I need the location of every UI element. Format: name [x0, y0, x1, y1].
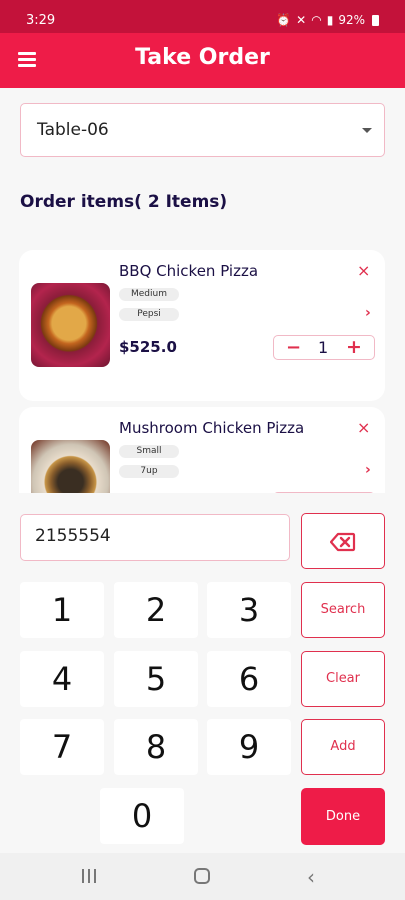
- key-4[interactable]: 4: [20, 651, 104, 707]
- table-select-dropdown[interactable]: Table-06: [20, 103, 385, 157]
- quantity-value: 1: [318, 338, 329, 357]
- key-3[interactable]: 3: [207, 582, 291, 638]
- done-button[interactable]: Done: [301, 788, 385, 845]
- remove-item-icon[interactable]: ×: [357, 261, 370, 280]
- backspace-button[interactable]: [301, 513, 385, 569]
- home-icon[interactable]: [194, 868, 210, 884]
- increase-quantity-button[interactable]: +: [346, 336, 362, 358]
- item-price: $525.0: [119, 338, 177, 356]
- system-nav-bar: ‹: [0, 853, 405, 900]
- key-8[interactable]: 8: [114, 719, 198, 775]
- item-name: BBQ Chicken Pizza: [119, 262, 259, 280]
- clear-button[interactable]: Clear: [301, 651, 385, 707]
- order-items-list[interactable]: BBQ Chicken Pizza Medium Pepsi × › $525.…: [0, 240, 405, 493]
- recent-apps-icon[interactable]: [82, 869, 96, 883]
- key-9[interactable]: 9: [207, 719, 291, 775]
- item-size-tag: Small: [119, 445, 179, 458]
- item-drink-tag: Pepsi: [119, 308, 179, 321]
- key-2[interactable]: 2: [114, 582, 198, 638]
- decrease-quantity-button[interactable]: −: [286, 337, 301, 358]
- chevron-right-icon[interactable]: ›: [365, 462, 371, 478]
- page-title: Take Order: [135, 45, 270, 70]
- item-size-tag: Medium: [119, 288, 179, 301]
- pizza-image: [31, 440, 110, 493]
- battery-icon: [372, 14, 379, 26]
- search-button[interactable]: Search: [301, 582, 385, 638]
- dropdown-caret-icon: [362, 128, 372, 133]
- signal-icon: ▮: [326, 13, 334, 27]
- status-bar: 3:29 ⏰ ✕ ◠ ▮ 92%: [0, 0, 405, 33]
- order-items-heading: Order items( 2 Items): [20, 192, 228, 212]
- remove-item-icon[interactable]: ×: [357, 418, 370, 437]
- item-name: Mushroom Chicken Pizza: [119, 419, 305, 437]
- wifi-icon: ◠: [311, 13, 322, 27]
- key-5[interactable]: 5: [114, 651, 198, 707]
- pizza-image: [31, 283, 110, 367]
- alarm-icon: ⏰: [276, 13, 292, 27]
- status-icons: ⏰ ✕ ◠ ▮ 92%: [276, 13, 379, 27]
- quantity-stepper: − 1 +: [273, 335, 375, 360]
- mute-icon: ✕: [296, 13, 307, 27]
- key-0[interactable]: 0: [100, 788, 184, 844]
- status-time: 3:29: [26, 13, 56, 28]
- add-button[interactable]: Add: [301, 719, 385, 775]
- order-item-card[interactable]: BBQ Chicken Pizza Medium Pepsi × › $525.…: [19, 250, 385, 401]
- back-icon[interactable]: ‹: [307, 865, 315, 889]
- key-6[interactable]: 6: [207, 651, 291, 707]
- backspace-icon: [329, 532, 356, 551]
- number-input[interactable]: 2155554: [20, 514, 290, 561]
- app-bar: Take Order: [0, 33, 405, 88]
- key-7[interactable]: 7: [20, 719, 104, 775]
- item-drink-tag: 7up: [119, 465, 179, 478]
- key-1[interactable]: 1: [20, 582, 104, 638]
- chevron-right-icon[interactable]: ›: [365, 305, 371, 321]
- battery-percent: 92%: [338, 13, 365, 27]
- table-select-value: Table-06: [37, 120, 109, 140]
- order-item-card[interactable]: Mushroom Chicken Pizza Small 7up × ›: [19, 407, 385, 493]
